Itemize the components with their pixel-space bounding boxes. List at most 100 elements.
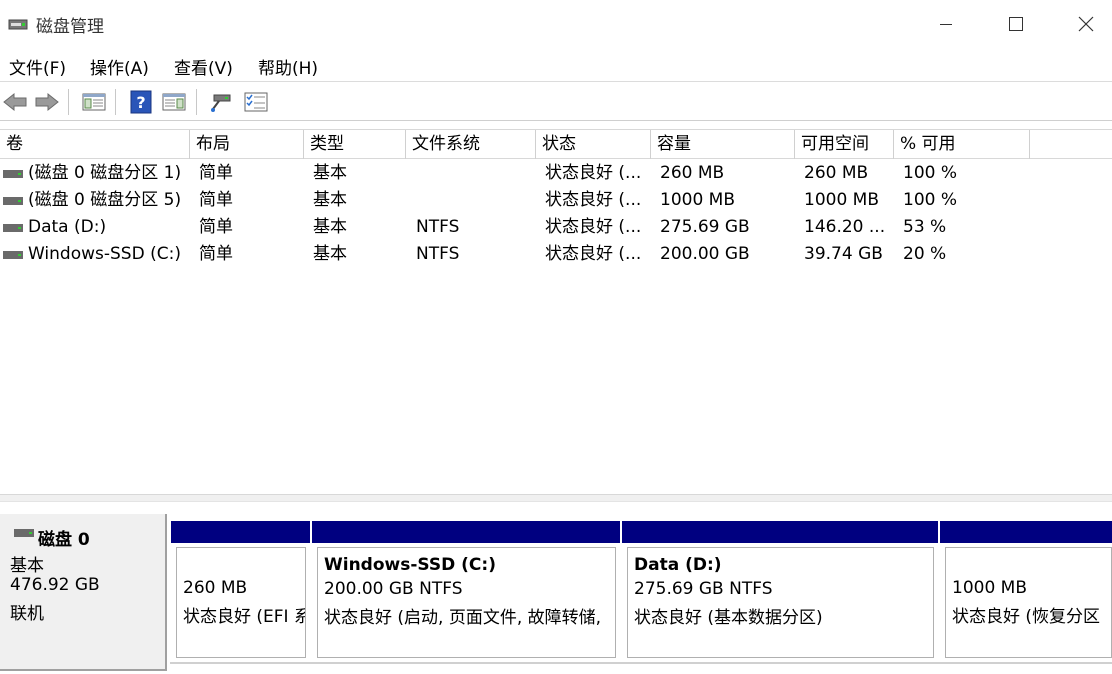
cell-capacity: 260 MB [660,163,725,183]
forward-button[interactable] [34,89,60,115]
disk-name: 磁盘 0 [38,530,90,550]
disk-size: 476.92 GB [10,575,100,595]
disk-0-label[interactable]: 磁盘 0 基本 476.92 GB 联机 [0,514,167,671]
toolbar-separator [196,89,197,115]
partition-body: 1000 MB 状态良好 (恢复分区 [945,547,1112,658]
partition-body: 260 MB 状态良好 (EFI 系 [176,547,306,658]
menu-view[interactable]: 查看(V) [174,54,233,79]
checklist-button[interactable] [243,89,269,115]
column-header-status[interactable]: 状态 [536,130,651,159]
cell-percent-free: 53 % [903,217,947,237]
cell-layout: 简单 [199,244,233,264]
back-button[interactable] [2,89,28,115]
cell-status: 状态良好 (... [545,217,642,237]
cell-volume: Data (D:) [28,217,107,237]
cell-status: 状态良好 (... [545,163,642,183]
cell-free-space: 260 MB [804,163,869,183]
partition-title: Windows-SSD (C:) [324,555,496,575]
cell-layout: 简单 [199,163,233,183]
volume-row[interactable]: (磁盘 0 磁盘分区 5) 简单 基本 状态良好 (... 1000 MB 10… [0,187,1112,214]
window-title: 磁盘管理 [36,17,104,37]
cell-capacity: 275.69 GB [660,217,750,237]
cell-free-space: 1000 MB [804,190,879,210]
column-header-capacity[interactable]: 容量 [651,130,795,159]
menu-help[interactable]: 帮助(H) [258,54,318,79]
partition-body: Data (D:) 275.69 GB NTFS 状态良好 (基本数据分区) [627,547,934,658]
close-icon [1078,16,1094,32]
volume-drive-icon [3,251,23,259]
cell-layout: 简单 [199,217,233,237]
partition-size: 275.69 GB NTFS [634,579,773,599]
cell-type: 基本 [313,244,347,264]
cell-volume: Windows-SSD (C:) [28,244,181,264]
column-header-volume[interactable]: 卷 [0,130,190,159]
partition-size: 1000 MB [952,578,1027,598]
partition-size: 200.00 GB NTFS [324,579,463,599]
column-header-filesystem[interactable]: 文件系统 [406,130,536,159]
svg-text:?: ? [136,93,145,112]
disk-management-app-icon [8,19,28,30]
volume-row[interactable]: Windows-SSD (C:) 简单 基本 NTFS 状态良好 (... 20… [0,241,1112,268]
maximize-button[interactable] [982,0,1050,48]
volume-row[interactable]: Data (D:) 简单 基本 NTFS 状态良好 (... 275.69 GB… [0,214,1112,241]
volume-list-header: 卷 布局 类型 文件系统 状态 容量 可用空间 % 可用 [0,129,1112,159]
partition-header-bar [171,521,310,543]
menu-action[interactable]: 操作(A) [90,54,149,79]
show-hide-console-tree-button[interactable] [81,89,107,115]
partition-recovery[interactable]: 1000 MB 状态良好 (恢复分区 [940,521,1112,662]
menu-file[interactable]: 文件(F) [9,54,66,79]
column-header-percent-free[interactable]: % 可用 [894,130,1030,159]
pane-splitter[interactable] [0,494,1112,502]
minimize-icon [940,23,952,25]
properties-icon [162,93,186,111]
cell-layout: 简单 [199,190,233,210]
cell-status: 状态良好 (... [545,190,642,210]
title-bar: 磁盘管理 [0,0,1112,48]
column-header-type[interactable]: 类型 [304,130,406,159]
connect-drive-icon [211,94,231,112]
toolbar-separator [115,89,116,115]
partition-status: 状态良好 (基本数据分区) [634,608,823,628]
partition-size: 260 MB [183,578,248,598]
partition-title: Data (D:) [634,555,722,575]
disk-graphical-view: 磁盘 0 基本 476.92 GB 联机 260 MB 状态良好 (EFI 系 … [0,502,1112,674]
cell-capacity: 200.00 GB [660,244,750,264]
partition-data[interactable]: Data (D:) 275.69 GB NTFS 状态良好 (基本数据分区) [622,521,938,662]
volume-row[interactable]: (磁盘 0 磁盘分区 1) 简单 基本 状态良好 (... 260 MB 260… [0,160,1112,187]
partition-header-bar [312,521,620,543]
maximize-icon [1009,17,1023,31]
cell-percent-free: 100 % [903,190,958,210]
connect-drive-button[interactable] [208,89,234,115]
cell-volume: (磁盘 0 磁盘分区 1) [28,163,182,183]
partition-status: 状态良好 (EFI 系 [183,607,305,627]
column-header-free-space[interactable]: 可用空间 [795,130,894,159]
help-button[interactable]: ? [128,89,154,115]
column-header-layout[interactable]: 布局 [190,130,304,159]
properties-button[interactable] [161,89,187,115]
cell-type: 基本 [313,163,347,183]
disk-type: 基本 [10,556,44,576]
minimize-button[interactable] [912,0,980,48]
help-icon: ? [130,90,152,114]
toolbar-separator [68,89,69,115]
cell-type: 基本 [313,217,347,237]
close-button[interactable] [1052,0,1112,48]
disk-row-bottom-border [170,662,1112,664]
partition-windows-ssd[interactable]: Windows-SSD (C:) 200.00 GB NTFS 状态良好 (启动… [312,521,620,662]
volume-drive-icon [3,170,23,178]
show-hide-console-tree-icon [82,93,106,111]
cell-free-space: 39.74 GB [804,244,883,264]
partition-status: 状态良好 (启动, 页面文件, 故障转储, [324,608,602,628]
partition-header-bar [622,521,938,543]
cell-filesystem: NTFS [416,244,460,264]
partition-efi[interactable]: 260 MB 状态良好 (EFI 系 [171,521,310,662]
disk-state: 联机 [10,604,44,624]
partition-status: 状态良好 (恢复分区 [952,607,1101,627]
disk-icon [14,529,34,537]
back-icon [3,92,27,112]
menu-bar: 文件(F) 操作(A) 查看(V) 帮助(H) [0,50,1112,82]
volume-drive-icon [3,197,23,205]
cell-status: 状态良好 (... [545,244,642,264]
cell-capacity: 1000 MB [660,190,735,210]
partition-body: Windows-SSD (C:) 200.00 GB NTFS 状态良好 (启动… [317,547,616,658]
